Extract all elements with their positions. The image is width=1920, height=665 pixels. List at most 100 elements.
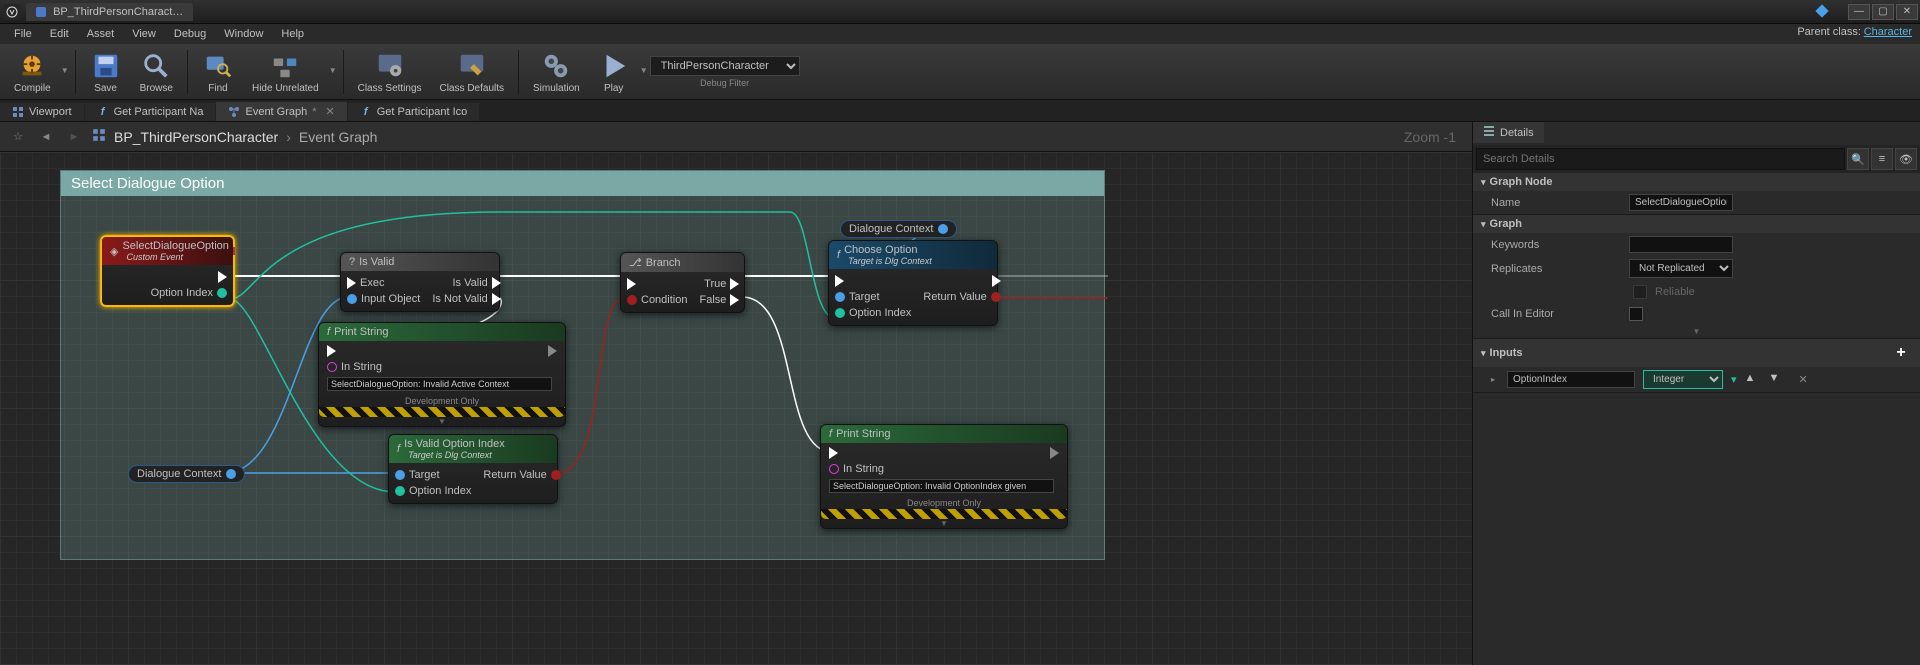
pin-target[interactable]: Target (835, 291, 880, 303)
details-search-input[interactable] (1476, 148, 1845, 170)
pin-var-out[interactable] (226, 469, 236, 479)
pin-exec-out[interactable] (218, 271, 227, 283)
pin-is-not-valid-out[interactable]: Is Not Valid (432, 293, 500, 305)
tab-viewport[interactable]: Viewport (0, 103, 84, 121)
menu-view[interactable]: View (124, 26, 164, 42)
hide-unrelated-dropdown[interactable]: ▼ (329, 66, 337, 77)
tab-get-participant-name[interactable]: f Get Participant Na (85, 103, 216, 121)
section-graph-node[interactable]: Graph Node (1473, 173, 1920, 191)
pin-exec-in[interactable] (829, 447, 838, 459)
section-inputs[interactable]: Inputs + (1473, 339, 1920, 367)
node-branch[interactable]: ⎇Branch Condition True False (620, 252, 745, 313)
crumb-graph[interactable]: Event Graph (299, 129, 378, 145)
move-up-button[interactable]: ▲ (1745, 372, 1761, 388)
pin-is-valid-out[interactable]: Is Valid (453, 277, 501, 289)
pin-type-dropdown[interactable]: ▾ (1731, 373, 1737, 386)
node-choose-option[interactable]: f Choose Option Target is Dlg Context Ta… (828, 240, 998, 326)
compile-button[interactable]: Compile (6, 48, 59, 96)
delegate-pin[interactable] (233, 247, 235, 255)
crumb-blueprint[interactable]: BP_ThirdPersonCharacter (114, 129, 278, 145)
pin-option-index-out[interactable]: Option Index (151, 287, 227, 299)
input-param-name[interactable] (1507, 371, 1635, 388)
search-icon[interactable]: 🔍 (1847, 148, 1869, 170)
unreal-logo-icon (4, 4, 20, 20)
node-var-dialogue-context[interactable]: Dialogue Context (128, 465, 245, 483)
tab-event-graph[interactable]: Event Graph * ✕ (216, 102, 346, 121)
bp-icon (36, 7, 46, 17)
menu-edit[interactable]: Edit (42, 26, 77, 42)
favorite-icon[interactable]: ☆ (8, 127, 28, 147)
pin-exec-in[interactable] (835, 275, 844, 287)
pin-in-string[interactable]: In String (327, 361, 557, 373)
close-tab-icon[interactable]: ✕ (326, 105, 335, 118)
editor-tab[interactable]: BP_ThirdPersonCharact… (26, 3, 193, 21)
section-graph[interactable]: Graph (1473, 215, 1920, 233)
pin-exec-out[interactable] (992, 275, 1001, 287)
menu-file[interactable]: File (6, 26, 40, 42)
node-select-dialogue-option-event[interactable]: ◈ SelectDialogueOption Custom Event Opti… (100, 235, 235, 307)
menu-debug[interactable]: Debug (166, 26, 214, 42)
node-print-string-invalid-context[interactable]: fPrint String In String Development Only… (318, 322, 566, 427)
browse-button[interactable]: Browse (132, 48, 181, 96)
call-in-editor-checkbox[interactable] (1629, 307, 1643, 321)
close-button[interactable]: ✕ (1896, 4, 1918, 20)
remove-input-button[interactable]: ✕ (1799, 373, 1808, 386)
pin-input-object[interactable]: Input Object (347, 293, 420, 305)
maximize-button[interactable]: ▢ (1872, 4, 1894, 20)
move-down-button[interactable]: ▼ (1769, 372, 1785, 388)
pin-exec-out[interactable] (548, 345, 557, 357)
play-dropdown-icon[interactable]: ▼ (640, 66, 648, 77)
pin-option-index[interactable]: Option Index (395, 485, 471, 497)
replicates-select[interactable]: Not Replicated (1629, 259, 1733, 278)
pin-in-string[interactable]: In String (829, 463, 1059, 475)
node-is-valid[interactable]: ?Is Valid Exec Input Object Is Valid Is … (340, 252, 500, 312)
details-view-button[interactable]: ≡ (1871, 148, 1893, 170)
expand-icon[interactable]: ▸ (1491, 375, 1495, 384)
pin-exec-in[interactable] (627, 278, 636, 290)
pin-target[interactable]: Target (395, 469, 440, 481)
minimize-button[interactable]: — (1848, 4, 1870, 20)
input-param-type[interactable]: Integer (1643, 370, 1723, 389)
menu-asset[interactable]: Asset (79, 26, 123, 42)
pin-false[interactable]: False (699, 294, 739, 306)
pin-exec-in[interactable] (327, 345, 336, 357)
pin-var-out[interactable] (938, 224, 948, 234)
simulation-button[interactable]: Simulation (525, 48, 588, 96)
add-input-button[interactable]: + (1890, 342, 1912, 364)
hide-unrelated-button[interactable]: Hide Unrelated (244, 48, 327, 96)
class-defaults-button[interactable]: Class Defaults (432, 48, 512, 96)
tab-get-participant-icon[interactable]: f Get Participant Ico (348, 103, 480, 121)
pin-true[interactable]: True (704, 278, 739, 290)
class-settings-button[interactable]: Class Settings (350, 48, 430, 96)
in-string-value[interactable] (327, 377, 552, 391)
play-icon (598, 50, 630, 82)
save-button[interactable]: Save (82, 48, 130, 96)
nav-back-button[interactable]: ◄ (36, 127, 56, 147)
node-is-valid-option-index[interactable]: f Is Valid Option Index Target is Dlg Co… (388, 434, 558, 504)
pin-return-value[interactable]: Return Value (923, 291, 1000, 303)
blueprint-graph-canvas[interactable]: Select Dialogue Option (0, 152, 1472, 665)
find-button[interactable]: Find (194, 48, 242, 96)
compile-dropdown-icon[interactable]: ▼ (61, 66, 69, 77)
menu-help[interactable]: Help (273, 26, 312, 42)
nav-forward-button[interactable]: ► (64, 127, 84, 147)
fn-icon: f (327, 326, 330, 338)
node-name-input[interactable] (1629, 194, 1733, 211)
pin-exec-out[interactable] (1050, 447, 1059, 459)
pin-option-index[interactable]: Option Index (835, 307, 911, 319)
debug-filter-label: Debug Filter (700, 78, 749, 88)
keywords-input[interactable] (1629, 236, 1733, 253)
details-tab[interactable]: Details (1473, 122, 1544, 145)
pin-condition[interactable]: Condition (627, 294, 687, 306)
graph-comment-title[interactable]: Select Dialogue Option (61, 171, 1104, 196)
parent-class-link[interactable]: Character (1864, 26, 1912, 38)
in-string-value[interactable] (829, 479, 1054, 493)
pin-return-value[interactable]: Return Value (483, 469, 560, 481)
debug-filter-select[interactable]: ThirdPersonCharacter (650, 56, 800, 76)
node-print-string-invalid-index[interactable]: fPrint String In String Development Only… (820, 424, 1068, 529)
play-button[interactable]: Play (590, 48, 638, 96)
details-eye-button[interactable]: 👁 (1895, 148, 1917, 170)
node-var-dialogue-context-top[interactable]: Dialogue Context (840, 220, 957, 238)
pin-exec-in[interactable]: Exec (347, 277, 384, 289)
menu-window[interactable]: Window (216, 26, 271, 42)
